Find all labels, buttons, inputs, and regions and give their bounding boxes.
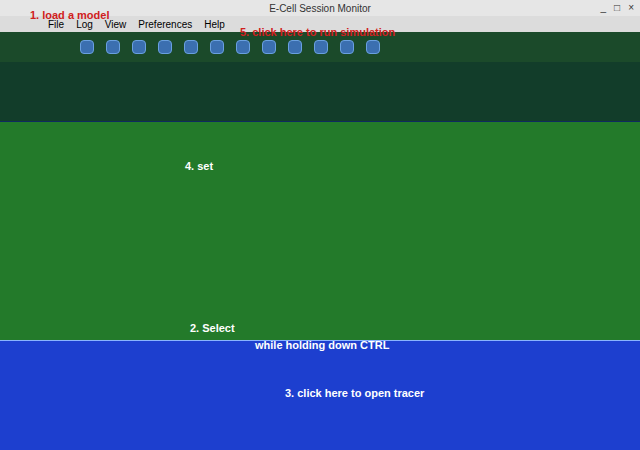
toolbar-button-icon[interactable] [106, 40, 120, 54]
window-control[interactable]: _ [599, 0, 609, 15]
window-control[interactable]: × [626, 0, 636, 15]
annotation-select: 2. Select [190, 320, 235, 337]
annotation-run: 5. click here to run simulation [240, 24, 395, 41]
annotation-ctrl: while holding down CTRL [255, 337, 389, 354]
window-title: E-Cell Session Monitor [269, 1, 371, 16]
toolbar-button-icon[interactable] [132, 40, 146, 54]
main-panel [0, 122, 640, 340]
screen: E-Cell Session Monitor_□×FileLogViewPref… [0, 0, 640, 450]
annotation-load: 1. load a model [30, 7, 109, 24]
toolbar-button-icon[interactable] [158, 40, 172, 54]
menu-item[interactable]: Preferences [138, 17, 192, 32]
toolbar-button-icon[interactable] [184, 40, 198, 54]
toolbar-button-icon[interactable] [80, 40, 94, 54]
menu-item[interactable]: Help [204, 17, 225, 32]
toolbar-button-icon[interactable] [314, 40, 328, 54]
annotation-set: 4. set [185, 158, 213, 175]
annotation-tracer: 3. click here to open tracer [285, 385, 424, 402]
toolbar-button-icon[interactable] [340, 40, 354, 54]
settings-panel [0, 62, 640, 122]
toolbar-button-icon[interactable] [366, 40, 380, 54]
toolbar-button-icon[interactable] [236, 40, 250, 54]
toolbar-button-icon[interactable] [262, 40, 276, 54]
window-control[interactable]: □ [612, 0, 622, 15]
toolbar-button-icon[interactable] [210, 40, 224, 54]
toolbar-button-icon[interactable] [288, 40, 302, 54]
